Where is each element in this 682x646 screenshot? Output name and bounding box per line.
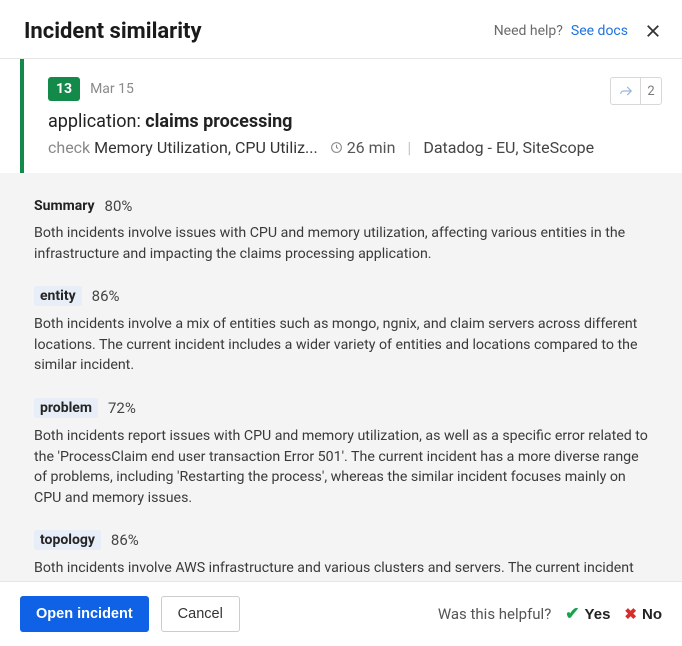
incident-subrow: check Memory Utilization, CPU Utiliz... … (48, 138, 638, 157)
section-head: Summary 80% (34, 197, 652, 215)
similarity-body: Summary 80% Both incidents involve issues … (0, 173, 682, 581)
section-text: Both incidents involve a mix of entities… (34, 314, 652, 376)
incident-duration: 26 min (330, 138, 396, 157)
incident-card: 13 Mar 15 2 application: claims processi… (20, 59, 662, 173)
section-head: problem 72% (34, 398, 652, 418)
section-text: Both incidents involve AWS infrastructur… (34, 558, 652, 581)
incident-check-group: check Memory Utilization, CPU Utiliz... (48, 138, 318, 157)
cross-icon: ✖ (624, 605, 637, 623)
share-count: 2 (640, 77, 662, 105)
need-help-label: Need help? (494, 23, 563, 39)
incident-metrics: Memory Utilization, CPU Utiliz... (94, 138, 318, 157)
feedback-group: Was this helpful? ✔ Yes ✖ No (438, 604, 662, 624)
incident-sources: Datadog - EU, SiteScope (423, 138, 594, 157)
section-percent: 86% (92, 287, 120, 305)
incident-top-row: 13 Mar 15 (48, 77, 638, 101)
section-label: entity (34, 286, 82, 306)
section-label: topology (34, 530, 101, 550)
helpful-question: Was this helpful? (438, 605, 551, 623)
similarity-section: entity 86% Both incidents involve a mix of… (34, 286, 652, 376)
close-icon (644, 22, 662, 40)
no-label: No (642, 606, 662, 623)
section-text: Both incidents involve issues with CPU a… (34, 223, 652, 264)
section-head: entity 86% (34, 286, 652, 306)
incident-title: application: claims processing (48, 111, 638, 132)
incident-count-badge: 13 (48, 77, 80, 101)
header-actions: Need help? See docs (494, 18, 662, 44)
section-percent: 72% (108, 399, 136, 417)
similarity-section: topology 86% Both incidents involve AWS in… (34, 530, 652, 581)
cancel-button[interactable]: Cancel (161, 596, 240, 632)
incident-title-label: application: (48, 111, 145, 132)
see-docs-link[interactable]: See docs (571, 23, 628, 39)
check-label: check (48, 138, 90, 157)
duration-value: 26 min (347, 138, 396, 157)
clock-icon (330, 141, 343, 154)
section-head: topology 86% (34, 530, 652, 550)
feedback-yes-button[interactable]: ✔ Yes (565, 604, 610, 624)
check-icon: ✔ (565, 604, 579, 624)
section-percent: 80% (105, 197, 133, 215)
section-label: Summary (34, 198, 95, 214)
share-arrow-icon (619, 84, 633, 98)
panel-footer: Open incident Cancel Was this helpful? ✔… (0, 581, 682, 646)
open-incident-button[interactable]: Open incident (20, 596, 149, 632)
similarity-section: problem 72% Both incidents report issues w… (34, 398, 652, 508)
incident-title-value: claims processing (145, 111, 292, 132)
section-label: problem (34, 398, 98, 418)
share-group: 2 (610, 77, 662, 105)
divider: | (407, 138, 411, 157)
feedback-no-button[interactable]: ✖ No (624, 605, 662, 623)
panel-header: Incident similarity Need help? See docs (0, 0, 682, 59)
yes-label: Yes (585, 606, 611, 623)
section-text: Both incidents report issues with CPU an… (34, 426, 652, 508)
share-button[interactable] (610, 77, 640, 105)
incident-date: Mar 15 (90, 81, 134, 97)
page-title: Incident similarity (24, 19, 202, 44)
similarity-section: Summary 80% Both incidents involve issues … (34, 197, 652, 264)
close-button[interactable] (636, 18, 662, 44)
sections-scroll[interactable]: Summary 80% Both incidents involve issues … (0, 173, 682, 581)
section-percent: 86% (111, 531, 139, 549)
